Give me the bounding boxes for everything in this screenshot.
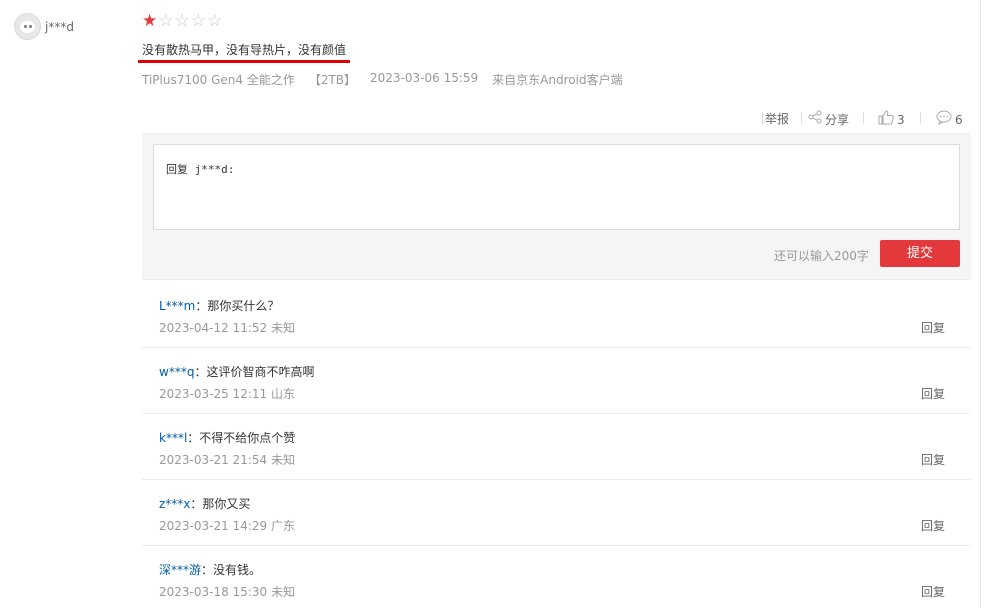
- reply-button[interactable]: 回复: [921, 385, 945, 402]
- share-button[interactable]: 分享: [808, 110, 849, 128]
- reply-text: ：那你又买: [190, 497, 251, 511]
- reply-date: 2023-03-21 14:29: [159, 519, 268, 533]
- reply-date: 2023-03-25 12:11: [159, 387, 268, 401]
- comment-button[interactable]: 6: [936, 110, 963, 129]
- list-item: L***m：那你买什么？ 2023-04-12 11:52 未知 回复: [142, 283, 971, 348]
- reply-form: 回复 j***d: 还可以输入200字 提交: [142, 133, 971, 280]
- list-item: k***l：不得不给你点个赞 2023-03-21 21:54 未知 回复: [142, 415, 971, 480]
- report-button[interactable]: 举报: [765, 110, 789, 127]
- reply-location: 未知: [270, 453, 295, 467]
- star-icon: ★: [142, 11, 158, 31]
- reply-button[interactable]: 回复: [921, 451, 945, 468]
- star-icon: ☆: [207, 11, 223, 31]
- reply-text: ：这评价智商不咋高啊: [194, 365, 315, 379]
- submit-button[interactable]: 提交: [880, 240, 960, 267]
- reply-date: 2023-03-21 21:54: [159, 453, 268, 467]
- divider: [762, 112, 763, 124]
- reply-author[interactable]: z***x: [159, 497, 190, 511]
- review-date: 2023-03-06 15:59: [370, 71, 479, 85]
- reply-location: 广东: [270, 519, 295, 533]
- share-label: 分享: [825, 112, 850, 127]
- product-spec: 【2TB】: [308, 73, 357, 87]
- annotation-underline: [138, 60, 350, 63]
- reviewer-name: j***d: [45, 19, 74, 34]
- avatar-face-icon: [20, 21, 35, 33]
- reply-textarea[interactable]: 回复 j***d:: [153, 144, 960, 230]
- reply-author[interactable]: L***m: [159, 299, 195, 313]
- reply-button[interactable]: 回复: [921, 517, 945, 534]
- star-icon: ☆: [158, 11, 174, 31]
- list-item: z***x：那你又买 2023-03-21 14:29 广东 回复: [142, 481, 971, 546]
- reply-text: ：那你买什么？: [195, 299, 280, 313]
- scrollbar[interactable]: [980, 0, 989, 608]
- reply-author[interactable]: 深***游: [159, 563, 201, 577]
- reply-list: L***m：那你买什么？ 2023-04-12 11:52 未知 回复 w***…: [142, 283, 971, 608]
- divider: [920, 112, 921, 124]
- star-rating: ★ ☆ ☆ ☆ ☆: [142, 12, 222, 30]
- avatar[interactable]: [14, 13, 41, 40]
- list-item: w***q：这评价智商不咋高啊 2023-03-25 12:11 山东 回复: [142, 349, 971, 414]
- star-icon: ☆: [190, 11, 206, 31]
- product-name: TiPlus7100 Gen4 全能之作: [142, 73, 295, 87]
- review-page: j***d ★ ☆ ☆ ☆ ☆ 没有散热马甲，没有导热片，没有颜值 TiPlus…: [0, 0, 989, 608]
- reply-location: 未知: [270, 585, 295, 599]
- reply-location: 未知: [270, 321, 295, 335]
- reply-text: ：不得不给你点个赞: [187, 431, 296, 445]
- share-icon: [808, 110, 822, 128]
- reply-location: 山东: [270, 387, 295, 401]
- comment-count: 6: [955, 112, 963, 127]
- reply-date: 2023-03-18 15:30: [159, 585, 268, 599]
- like-count: 3: [897, 112, 905, 127]
- reply-author[interactable]: k***l: [159, 431, 187, 445]
- reply-button[interactable]: 回复: [921, 319, 945, 336]
- reviewer: j***d: [14, 13, 74, 40]
- star-icon: ☆: [174, 11, 190, 31]
- review-meta: TiPlus7100 Gen4 全能之作 【2TB】 2023-03-06 15…: [142, 71, 623, 88]
- reply-text: ：没有钱。: [201, 563, 262, 577]
- report-label: 举报: [765, 112, 790, 126]
- reply-date: 2023-04-12 11:52: [159, 321, 268, 335]
- like-button[interactable]: 3: [878, 110, 905, 129]
- list-item: 深***游：没有钱。 2023-03-18 15:30 未知 回复: [142, 547, 971, 608]
- thumbs-up-icon: [878, 110, 894, 129]
- comment-bubble-icon: [936, 110, 952, 129]
- review-source: 来自京东Android客户端: [492, 73, 623, 87]
- reply-placeholder: 回复 j***d:: [166, 163, 235, 176]
- reply-button[interactable]: 回复: [921, 583, 945, 600]
- divider: [801, 112, 802, 124]
- reply-author[interactable]: w***q: [159, 365, 194, 379]
- divider: [863, 112, 864, 124]
- char-remaining: 还可以输入200字: [774, 249, 869, 263]
- review-text: 没有散热马甲，没有导热片，没有颜值: [142, 43, 347, 57]
